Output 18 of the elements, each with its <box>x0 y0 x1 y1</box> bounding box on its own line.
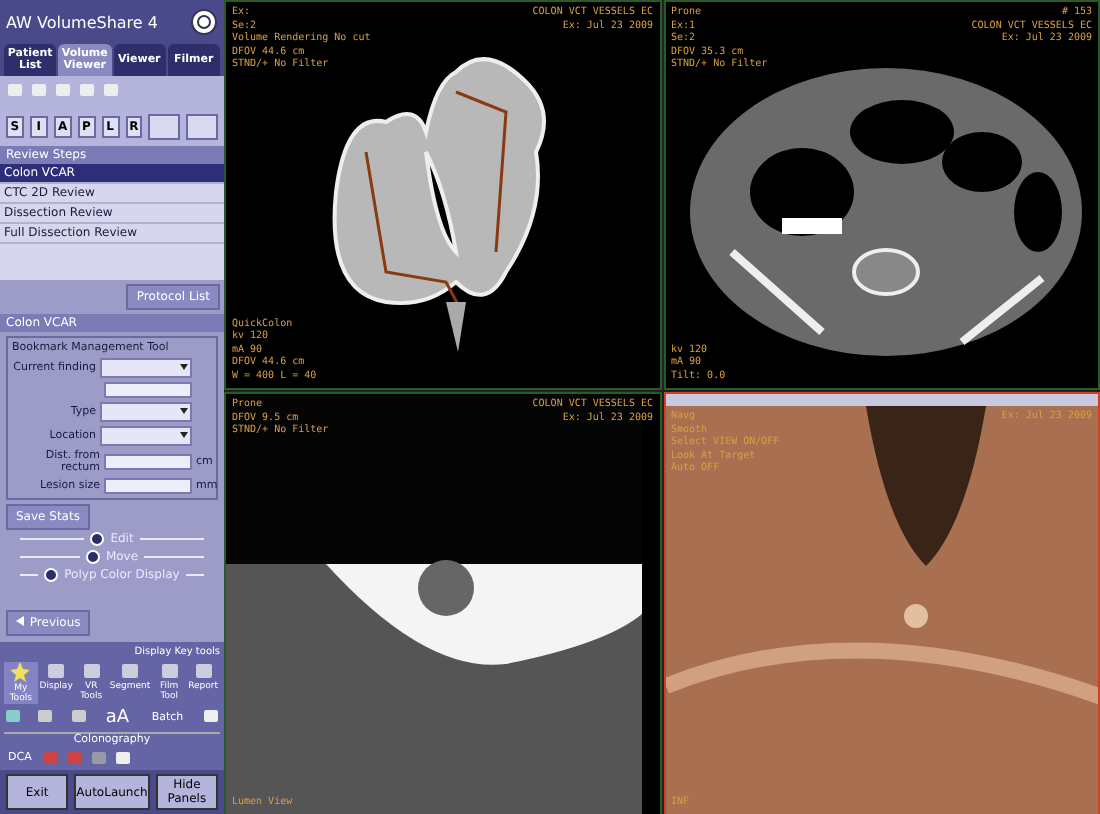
tool-icon <box>193 662 214 680</box>
dropdown-field[interactable] <box>100 358 192 379</box>
dropdown-field[interactable] <box>100 402 192 423</box>
text-tool-button[interactable]: aA <box>101 708 134 728</box>
radio-icon[interactable] <box>44 568 59 583</box>
dropdown-field[interactable] <box>100 426 192 447</box>
tool-icon <box>81 662 102 680</box>
tool-icon <box>46 662 67 680</box>
input-field[interactable] <box>104 478 192 495</box>
triangle-icon <box>16 616 26 626</box>
tool-icon <box>159 662 180 680</box>
tool-icon <box>119 662 140 680</box>
input-field[interactable] <box>104 454 192 471</box>
logo-icon <box>190 8 218 36</box>
app-title: AW VolumeShare 4 <box>6 13 158 31</box>
caret-icon <box>178 360 190 373</box>
input-field[interactable] <box>104 382 192 399</box>
star-icon <box>10 662 31 682</box>
